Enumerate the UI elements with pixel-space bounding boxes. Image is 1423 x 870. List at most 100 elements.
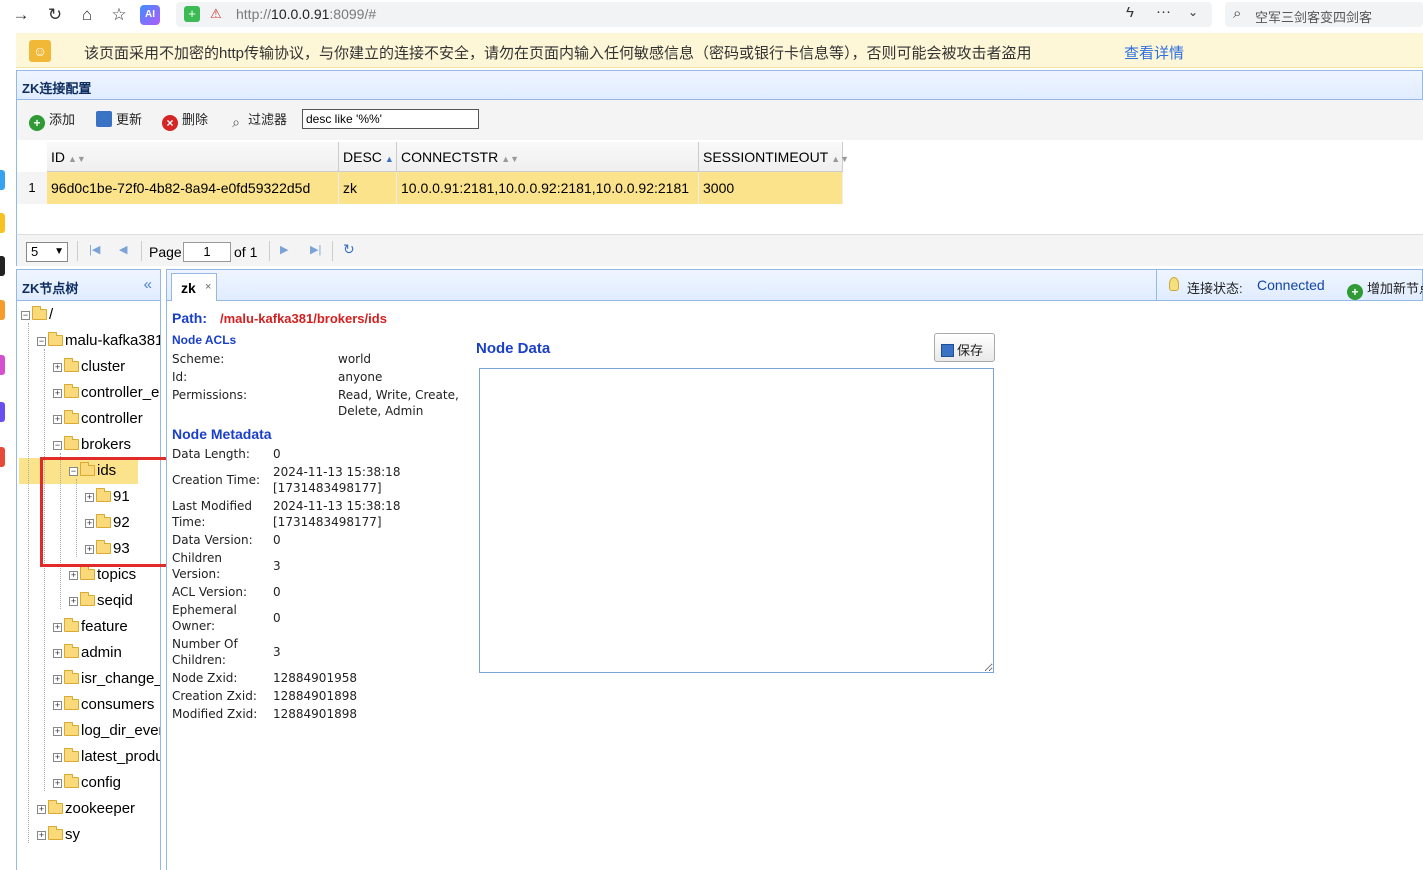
connection-status-label: 连接状态:: [1187, 281, 1243, 296]
refresh-icon[interactable]: ↻: [343, 241, 355, 258]
expand-toggle-icon[interactable]: +: [53, 701, 62, 710]
lightning-icon[interactable]: ϟ: [1126, 4, 1134, 21]
save-button[interactable]: 保存: [934, 333, 995, 362]
expand-toggle-icon[interactable]: +: [53, 753, 62, 762]
sort-icon: ▲▼: [501, 154, 520, 164]
tree-node-cluster[interactable]: + cluster: [53, 354, 125, 380]
add-node-button[interactable]: +增加新节点: [1347, 278, 1423, 300]
meta-ctime-ms: [1731483498177]: [273, 481, 382, 495]
edge-app-icon[interactable]: [0, 256, 5, 276]
table-row[interactable]: 96d0c1be-72f0-4b82-8a94-e0fd59322d5d zk …: [47, 172, 843, 204]
search-icon: ⌕: [1233, 5, 1242, 22]
cell-connectstr[interactable]: 10.0.0.91:2181,10.0.0.92:2181,10.0.0.92:…: [397, 172, 699, 204]
chevron-down-icon: ▼: [54, 246, 64, 257]
collapse-toggle-icon[interactable]: −: [37, 337, 46, 346]
folder-icon: [64, 644, 79, 658]
page-size-select[interactable]: 5 ▼: [26, 242, 68, 262]
expand-toggle-icon[interactable]: +: [53, 415, 62, 424]
tree-node-consumers[interactable]: + consumers: [53, 692, 154, 718]
reload-icon[interactable]: ↻: [44, 4, 66, 26]
last-page-icon[interactable]: ▶|: [310, 243, 321, 256]
more-icon[interactable]: ···: [1156, 3, 1171, 20]
edge-app-icon[interactable]: [0, 402, 5, 422]
page-number-input[interactable]: 1: [183, 242, 231, 262]
expand-toggle-icon[interactable]: +: [53, 649, 62, 658]
expand-toggle-icon[interactable]: +: [53, 363, 62, 372]
tree-node-admin[interactable]: + admin: [53, 640, 122, 666]
collapse-toggle-icon[interactable]: −: [53, 441, 62, 450]
meta-children-version-label-2: Version:: [172, 567, 221, 581]
home-icon[interactable]: ⌂: [76, 4, 98, 26]
favorites-icon[interactable]: ☆: [108, 4, 130, 26]
expand-toggle-icon[interactable]: +: [53, 779, 62, 788]
warning-details-link[interactable]: 查看详情: [1124, 42, 1184, 63]
tree-node-seqid[interactable]: + seqid: [69, 588, 133, 614]
forward-icon[interactable]: →: [10, 4, 32, 26]
ai-icon[interactable]: AI: [140, 5, 160, 25]
tree-node-isr-change-notification[interactable]: +isr_change_notification: [53, 666, 160, 692]
edge-app-icon[interactable]: [0, 213, 5, 233]
expand-toggle-icon[interactable]: +: [53, 389, 62, 398]
filter-button[interactable]: ⌕ 过滤器: [228, 111, 287, 130]
tree-node-log-dir-event-notification[interactable]: +log_dir_event_notification: [53, 718, 160, 744]
edge-app-icon[interactable]: [0, 447, 5, 467]
column-header-connectstr[interactable]: CONNECTSTR ▲▼: [397, 142, 699, 172]
insecure-warning-bar: ☺ 该页面采用不加密的http传输协议，与你建立的连接不安全，请勿在页面内输入任…: [16, 33, 1423, 68]
url-text[interactable]: http://10.0.0.91:8099/#: [236, 6, 376, 22]
expand-toggle-icon[interactable]: +: [53, 727, 62, 736]
meta-ephemeral-label: Ephemeral: [172, 603, 237, 617]
column-header-id[interactable]: ID ▲▼: [47, 142, 339, 172]
chevron-down-icon[interactable]: ⌄: [1188, 5, 1198, 19]
folder-open-icon: [32, 306, 47, 320]
tree-node-controller[interactable]: + controller: [53, 406, 143, 432]
collapse-icon[interactable]: «: [144, 276, 152, 293]
edge-app-icon[interactable]: [0, 170, 5, 190]
meta-ctime-label: Creation Time:: [172, 473, 260, 487]
tree-panel-header: ZK节点树 «: [16, 269, 161, 301]
cell-sessiontimeout[interactable]: 3000: [699, 172, 843, 204]
first-page-icon[interactable]: |◀: [89, 243, 100, 256]
edge-app-icon[interactable]: [0, 355, 5, 375]
acl-scheme-value: world: [338, 352, 372, 366]
tree-node-malu-kafka381[interactable]: − malu-kafka381: [37, 328, 160, 354]
add-button[interactable]: + 添加: [29, 111, 75, 131]
expand-toggle-icon[interactable]: +: [69, 597, 78, 606]
column-header-sessiontimeout[interactable]: SESSIONTIMEOUT ▲▼: [699, 142, 849, 172]
tree-node-brokers[interactable]: − brokers: [53, 432, 131, 458]
cell-id[interactable]: 96d0c1be-72f0-4b82-8a94-e0fd59322d5d: [47, 172, 339, 204]
row-number: 1: [17, 172, 47, 204]
delete-button[interactable]: × 删除: [162, 111, 208, 131]
node-data-textarea[interactable]: [479, 368, 994, 673]
address-bar[interactable]: + ⚠ http://10.0.0.91:8099/# ϟ ··· ⌄: [176, 2, 1212, 27]
close-tab-icon[interactable]: ×: [205, 281, 211, 293]
tree-node-controller-epoch[interactable]: +controller_epoch: [53, 380, 160, 406]
filter-input[interactable]: [302, 109, 479, 129]
collapse-toggle-icon[interactable]: −: [21, 311, 30, 320]
expand-toggle-icon[interactable]: +: [53, 675, 62, 684]
folder-icon: [64, 618, 79, 632]
prev-page-icon[interactable]: ◀: [119, 243, 127, 256]
folder-icon: [64, 358, 79, 372]
update-button[interactable]: 更新: [96, 111, 142, 129]
folder-icon: [48, 800, 63, 814]
insecure-lock-icon[interactable]: ⚠: [210, 6, 222, 22]
edge-app-icon[interactable]: [0, 300, 5, 320]
tree-node-feature[interactable]: + feature: [53, 614, 128, 640]
sort-icon: ▲▼: [68, 154, 86, 164]
expand-toggle-icon[interactable]: +: [37, 805, 46, 814]
search-placeholder: 空军三剑客变四剑客: [1255, 10, 1373, 25]
tree-node-config[interactable]: + config: [53, 770, 121, 796]
expand-toggle-icon[interactable]: +: [69, 571, 78, 580]
column-header-desc[interactable]: DESC ▲: [339, 142, 397, 172]
tab-zk[interactable]: zk ×: [171, 273, 217, 303]
search-box[interactable]: ⌕ 空军三剑客变四剑客: [1225, 2, 1423, 27]
shield-plus-icon[interactable]: +: [184, 6, 200, 22]
expand-toggle-icon[interactable]: +: [37, 831, 46, 840]
tree-node-root[interactable]: − /: [21, 302, 53, 328]
tree-node-sy[interactable]: + sy: [37, 822, 80, 848]
tree-node-zookeeper[interactable]: + zookeeper: [37, 796, 135, 822]
cell-desc[interactable]: zk: [339, 172, 397, 204]
next-page-icon[interactable]: ▶: [280, 243, 288, 256]
tree-node-latest-producer-id-block[interactable]: +latest_producer_id_block: [53, 744, 160, 770]
expand-toggle-icon[interactable]: +: [53, 623, 62, 632]
